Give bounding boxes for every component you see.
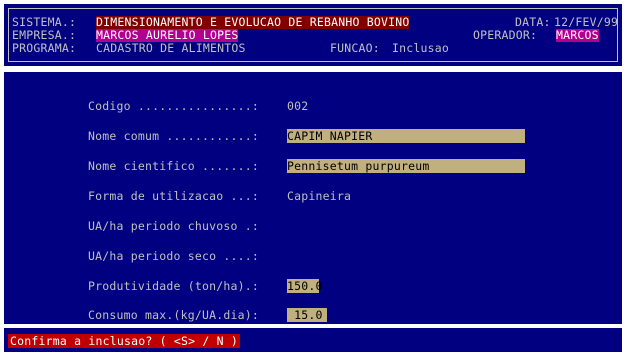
programa-label: PROGRAMA:: [12, 41, 77, 55]
nome-cientifico-label: Nome cientifico .......:: [88, 159, 259, 173]
operador-label: OPERADOR:: [473, 28, 538, 42]
consumo-field[interactable]: 15.0: [287, 308, 327, 322]
funcao-label: FUNCAO:: [330, 41, 380, 55]
header-panel: SISTEMA.: DIMENSIONAMENTO E EVOLUCAO DE …: [2, 2, 624, 68]
nome-comum-label: Nome comum ............:: [88, 129, 259, 143]
produtividade-label: Produtividade (ton/ha).:: [88, 279, 259, 293]
terminal-screen: SISTEMA.: DIMENSIONAMENTO E EVOLUCAO DE …: [0, 0, 630, 358]
forma-utilizacao-label: Forma de utilizacao ...:: [88, 189, 259, 203]
operador-value: MARCOS: [556, 28, 599, 42]
codigo-field[interactable]: 002: [287, 99, 308, 113]
ua-chuvoso-label: UA/ha periodo chuvoso .:: [88, 219, 259, 233]
nome-comum-field[interactable]: CAPIM NAPIER: [287, 129, 525, 143]
nome-cientifico-field[interactable]: Pennisetum purpureum: [287, 159, 525, 173]
codigo-label: Codigo ................:: [88, 99, 259, 113]
funcao-value: Inclusao: [392, 41, 449, 55]
consumo-label: Consumo max.(kg/UA.dia):: [88, 308, 259, 322]
ua-seco-label: UA/ha periodo seco ....:: [88, 249, 259, 263]
produtividade-field[interactable]: 150.0: [287, 279, 322, 293]
confirm-prompt[interactable]: Confirma a inclusao? ( <S> / N ): [8, 334, 240, 348]
programa-value: CADASTRO DE ALIMENTOS: [96, 41, 246, 55]
forma-utilizacao-field[interactable]: Capineira: [287, 189, 351, 203]
status-bar: Confirma a inclusao? ( <S> / N ): [2, 326, 624, 354]
form-panel: Codigo ................: 002 Nome comum …: [2, 70, 624, 326]
